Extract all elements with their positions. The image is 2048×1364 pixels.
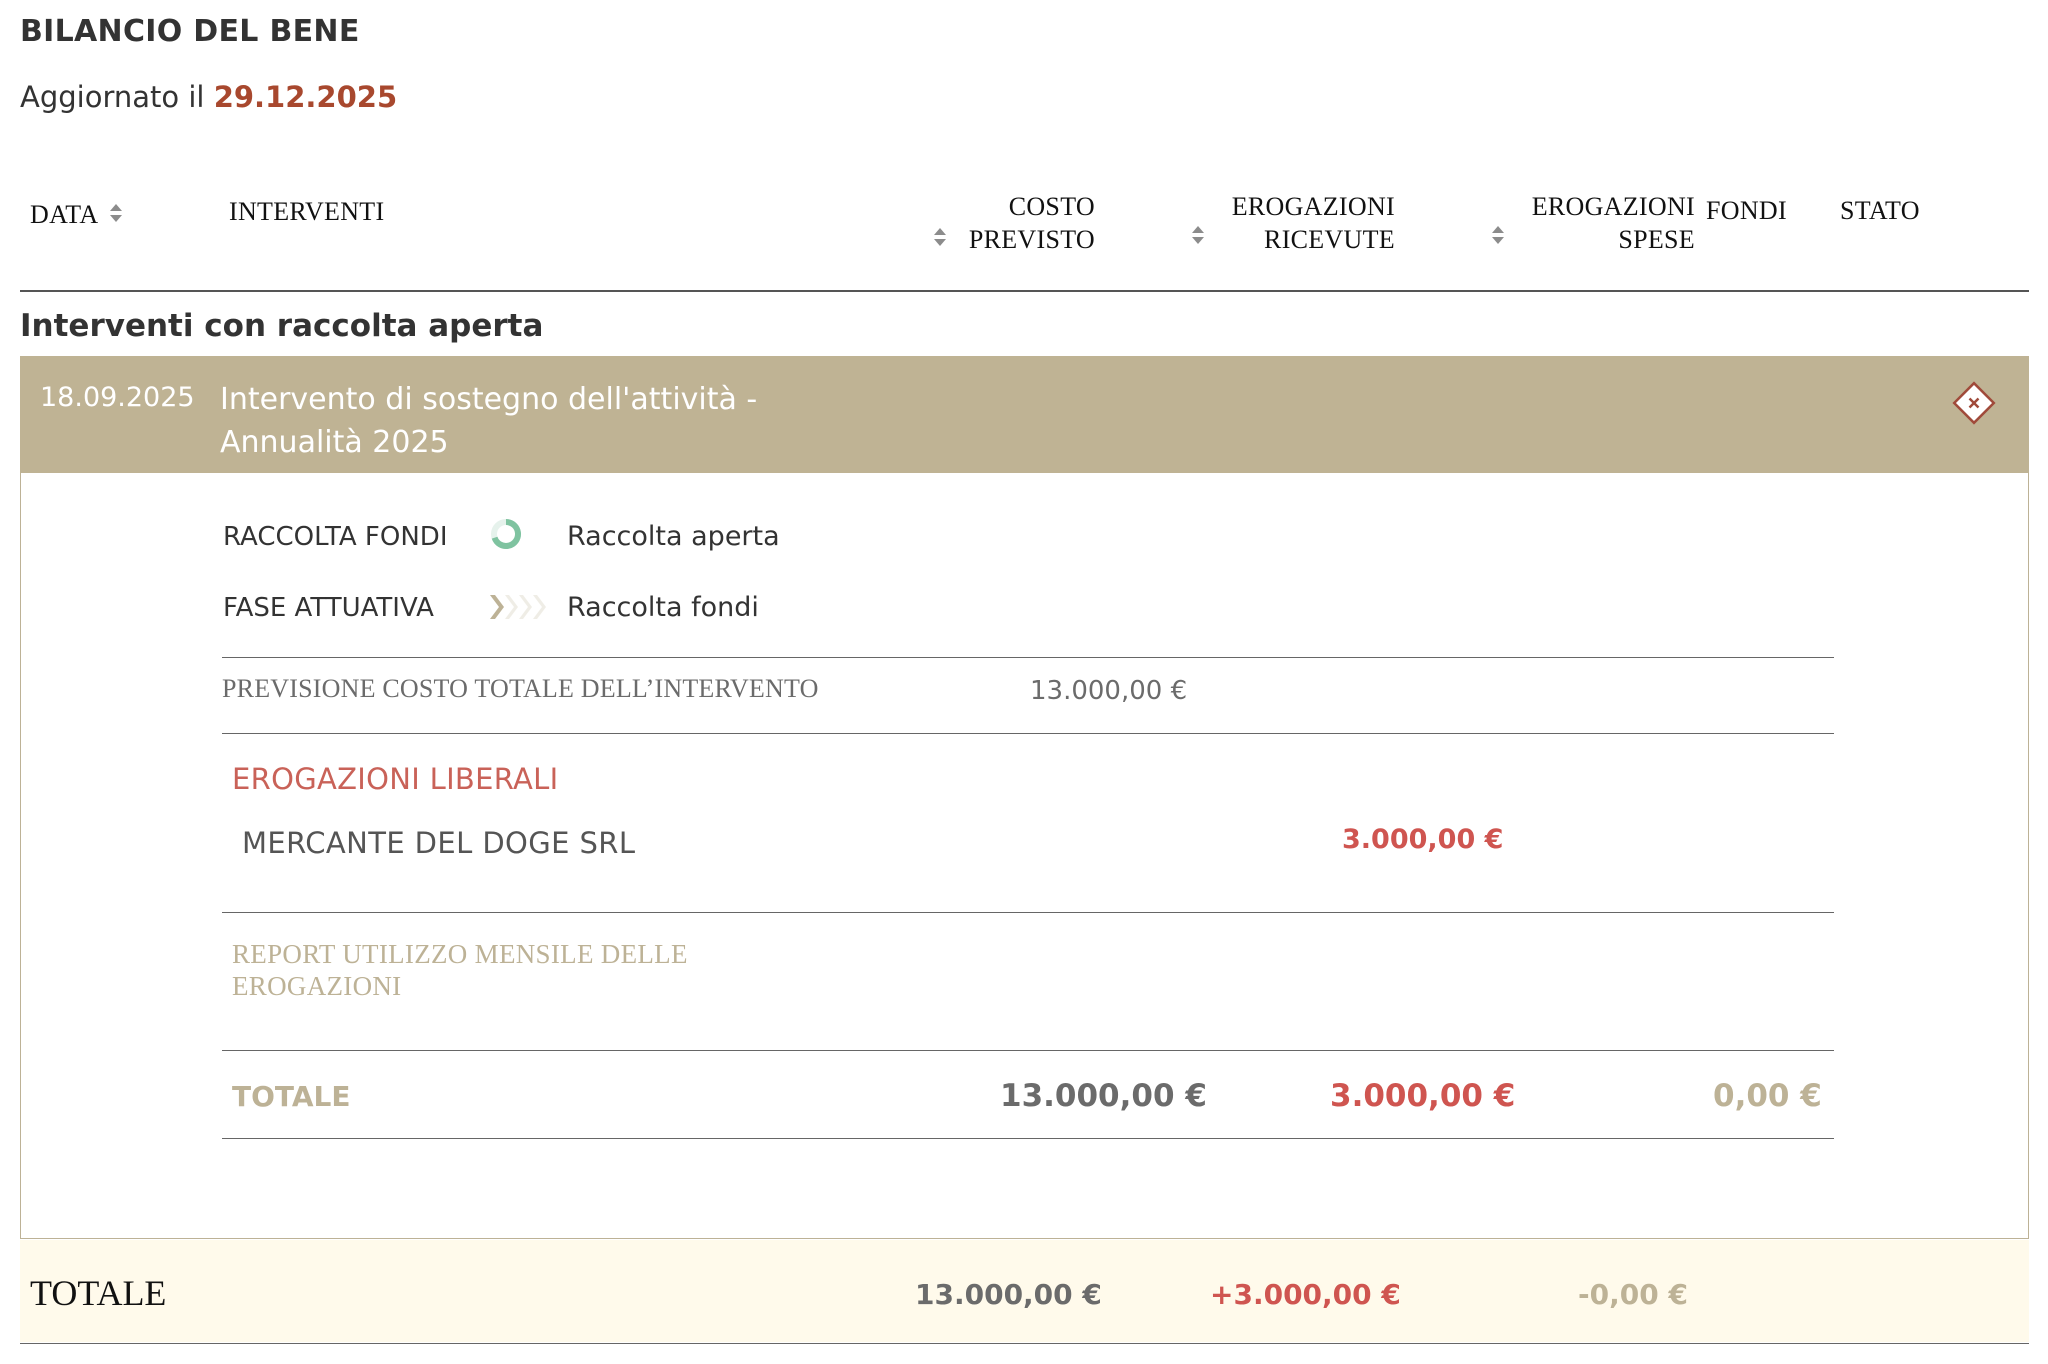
erogazione-amount: 3.000,00 € (1342, 824, 1504, 855)
intervento-totale-costo: 13.000,00 € (1000, 1078, 1207, 1114)
footer-totale-costo: 13.000,00 € (915, 1278, 1102, 1311)
column-header-erogazioni-ricevute[interactable]: EROGAZIONI RICEVUTE (1205, 190, 1395, 256)
raccolta-fondi-value: Raccolta aperta (567, 521, 780, 552)
divider (222, 1138, 1834, 1139)
report-title[interactable]: REPORT UTILIZZO MENSILE DELLE EROGAZIONI (232, 938, 752, 1002)
header-divider (20, 290, 2029, 292)
updated-prefix: Aggiornato il (20, 80, 205, 114)
column-header-erogazioni-ricevute-line2: RICEVUTE (1264, 225, 1395, 254)
column-header-costo[interactable]: COSTO PREVISTO (950, 190, 1095, 256)
footer-divider (20, 1343, 2029, 1344)
column-header-erogazioni-spese-line2: SPESE (1618, 225, 1695, 254)
sort-erogazioni-spese-icon[interactable] (1492, 225, 1504, 247)
column-header-stato: STATO (1840, 196, 1920, 225)
section-title: Interventi con raccolta aperta (20, 308, 544, 344)
column-header-erogazioni-spese[interactable]: EROGAZIONI SPESE (1505, 190, 1695, 256)
erogazioni-title: EROGAZIONI LIBERALI (232, 762, 559, 796)
intervento-totale-spese: 0,00 € (1713, 1078, 1822, 1114)
column-header-costo-line1: COSTO (1008, 192, 1095, 221)
column-header-fondi: FONDI (1706, 196, 1787, 225)
close-diamond-icon[interactable] (1951, 380, 1997, 426)
previsione-value: 13.000,00 € (1030, 676, 1188, 706)
footer-totale-spese: -0,00 € (1578, 1278, 1688, 1311)
raccolta-fondi-label: RACCOLTA FONDI (223, 522, 448, 552)
column-header-interventi: INTERVENTI (229, 197, 385, 226)
footer-totale-label: TOTALE (30, 1273, 167, 1313)
divider (222, 733, 1834, 734)
column-header-erogazioni-ricevute-line1: EROGAZIONI (1231, 192, 1395, 221)
previsione-label: PREVISIONE COSTO TOTALE DELL’INTERVENTO (222, 674, 819, 703)
sort-data-icon[interactable] (110, 203, 122, 225)
column-header-erogazioni-spese-line1: EROGAZIONI (1531, 192, 1695, 221)
column-header-data-label: DATA (30, 200, 99, 229)
divider (222, 1050, 1834, 1051)
footer-totale-erogazioni: +3.000,00 € (1210, 1278, 1401, 1311)
erogazione-donor: MERCANTE DEL DOGE SRL (242, 826, 636, 860)
column-header-costo-line2: PREVISTO (968, 225, 1095, 254)
chevron-steps-icon (486, 590, 548, 624)
fase-attuativa-label: FASE ATTUATIVA (223, 593, 434, 623)
sort-erogazioni-ricevute-icon[interactable] (1192, 225, 1204, 247)
updated-date: 29.12.2025 (213, 80, 398, 114)
intervento-title[interactable]: Intervento di sostegno dell'attività - A… (220, 378, 840, 464)
page-title: BILANCIO DEL BENE (20, 14, 360, 49)
intervento-date: 18.09.2025 (40, 382, 195, 413)
column-header-data[interactable]: DATA (30, 198, 98, 231)
divider (222, 657, 1834, 658)
intervento-totale-erogazioni: 3.000,00 € (1330, 1078, 1516, 1114)
updated-line: Aggiornato il 29.12.2025 (20, 80, 397, 114)
sort-costo-icon[interactable] (934, 227, 946, 249)
divider (222, 912, 1834, 913)
progress-ring-icon (488, 516, 524, 552)
intervento-totale-label: TOTALE (232, 1080, 351, 1113)
fase-attuativa-value: Raccolta fondi (567, 592, 759, 623)
